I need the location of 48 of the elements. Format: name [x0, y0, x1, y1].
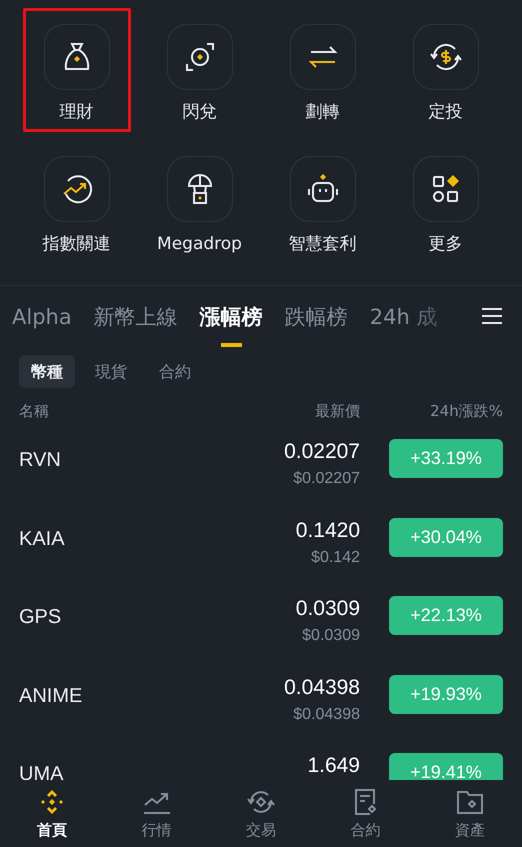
shortcut-label[interactable]: 智慧套利	[288, 233, 356, 255]
nav-tab[interactable]: 資產	[418, 780, 522, 847]
coin-symbol[interactable]: ANIME	[19, 684, 82, 708]
last-price: 0.02207	[284, 439, 360, 465]
column-header: 名稱	[19, 402, 50, 422]
coin-symbol[interactable]: KAIA	[19, 528, 65, 550]
nav-tab[interactable]: 行情	[104, 780, 209, 847]
last-price: 1.649	[307, 753, 360, 779]
shortcut-label[interactable]: Megadrop	[157, 233, 242, 255]
nav-tab[interactable]: 交易	[208, 780, 314, 847]
shortcut-icon-tile[interactable]	[44, 24, 110, 90]
market-tab[interactable]: 新幣上線	[82, 303, 189, 347]
shortcut-icon-tile[interactable]	[290, 24, 356, 90]
column-header: 24h漲跌%	[429, 402, 503, 422]
filter-tab[interactable]: 合約	[147, 355, 203, 388]
nav-tab[interactable]: 首頁	[0, 780, 104, 847]
shortcut-icon-tile[interactable]	[44, 156, 110, 222]
coin-symbol[interactable]: UMA	[19, 763, 64, 780]
shortcut-icon-tile[interactable]	[412, 156, 478, 222]
shortcut-label[interactable]: 劃轉	[306, 101, 340, 123]
usd-price: $0.0309	[302, 626, 360, 646]
last-price: 0.04398	[284, 674, 360, 700]
market-tab[interactable]: 跌幅榜	[274, 303, 359, 347]
last-price: 0.0309	[296, 596, 360, 622]
menu-icon[interactable]	[482, 308, 502, 324]
shortcut-label[interactable]: 更多	[428, 233, 462, 255]
usd-price: $0.04398	[293, 704, 360, 724]
exchange-cycle-icon	[245, 788, 278, 816]
shortcut-icon-tile[interactable]	[166, 24, 232, 90]
filter-tab[interactable]: 幣種	[19, 355, 75, 388]
column-header: 最新價	[314, 402, 360, 422]
shortcut-label[interactable]: 指數關連	[42, 233, 110, 255]
shortcut-icon-tile[interactable]	[166, 156, 232, 222]
usd-price: $0.142	[311, 548, 360, 568]
usd-price: $0.02207	[293, 469, 360, 489]
shortcut-label[interactable]: 閃兌	[182, 101, 216, 123]
market-tab[interactable]: Alpha	[12, 303, 83, 347]
coin-symbol[interactable]: RVN	[19, 449, 61, 472]
nav-tab[interactable]: 合約	[313, 780, 418, 847]
shortcut-icon-tile[interactable]	[290, 156, 356, 222]
last-price: 0.1420	[296, 518, 360, 544]
shortcut-label[interactable]: 理財	[60, 101, 94, 123]
coin-symbol[interactable]: GPS	[19, 606, 62, 629]
shortcut-icon-tile[interactable]	[412, 24, 478, 90]
filter-tab[interactable]: 現貨	[83, 355, 139, 388]
market-tab[interactable]: 漲幅榜	[188, 303, 274, 347]
shortcut-label[interactable]: 定投	[428, 101, 462, 123]
market-tab[interactable]: 24h 成	[358, 303, 448, 347]
